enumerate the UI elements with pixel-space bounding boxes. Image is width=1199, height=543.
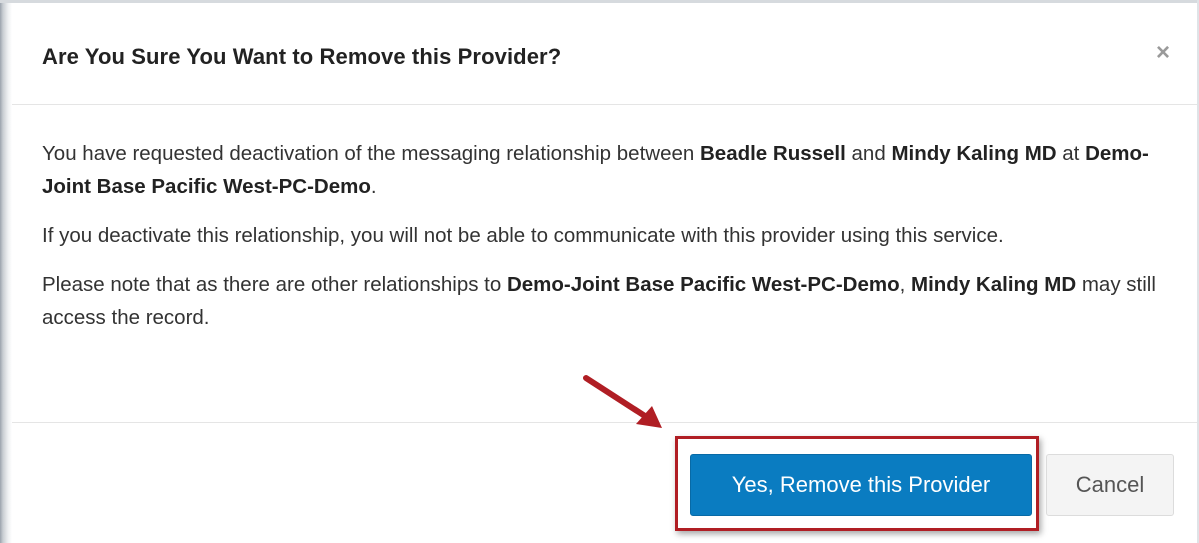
message-text: . [370, 175, 377, 198]
location-name: Demo-Joint Base Pacific West-PC-Demo [506, 273, 900, 296]
deactivation-message: You have requested deactivation of the m… [42, 137, 1177, 203]
provider-name: Mindy Kaling MD [911, 273, 1077, 296]
message-text: Please note that as there are other rela… [42, 273, 507, 296]
cancel-button[interactable]: Cancel [1046, 454, 1174, 516]
modal-dialog: Are You Sure You Want to Remove this Pro… [0, 0, 1199, 543]
message-text: You have requested deactivation of the m… [42, 142, 700, 165]
message-text: at [1056, 142, 1086, 165]
dialog-title: Are You Sure You Want to Remove this Pro… [42, 44, 562, 69]
red-arrow-icon [583, 375, 662, 428]
provider-name: Mindy Kaling MD [891, 142, 1057, 165]
note-message: Please note that as there are other rela… [42, 268, 1177, 334]
message-text: , [899, 273, 912, 296]
patient-name: Beadle Russell [699, 142, 846, 165]
close-icon[interactable]: × [1151, 41, 1175, 65]
remove-provider-button[interactable]: Yes, Remove this Provider [690, 454, 1032, 516]
message-text: and [845, 142, 892, 165]
dialog-header: Are You Sure You Want to Remove this Pro… [12, 3, 1197, 105]
window-edge-left [0, 0, 12, 543]
warning-message: If you deactivate this relationship, you… [42, 224, 1004, 247]
dialog-body: You have requested deactivation of the m… [42, 137, 1177, 350]
